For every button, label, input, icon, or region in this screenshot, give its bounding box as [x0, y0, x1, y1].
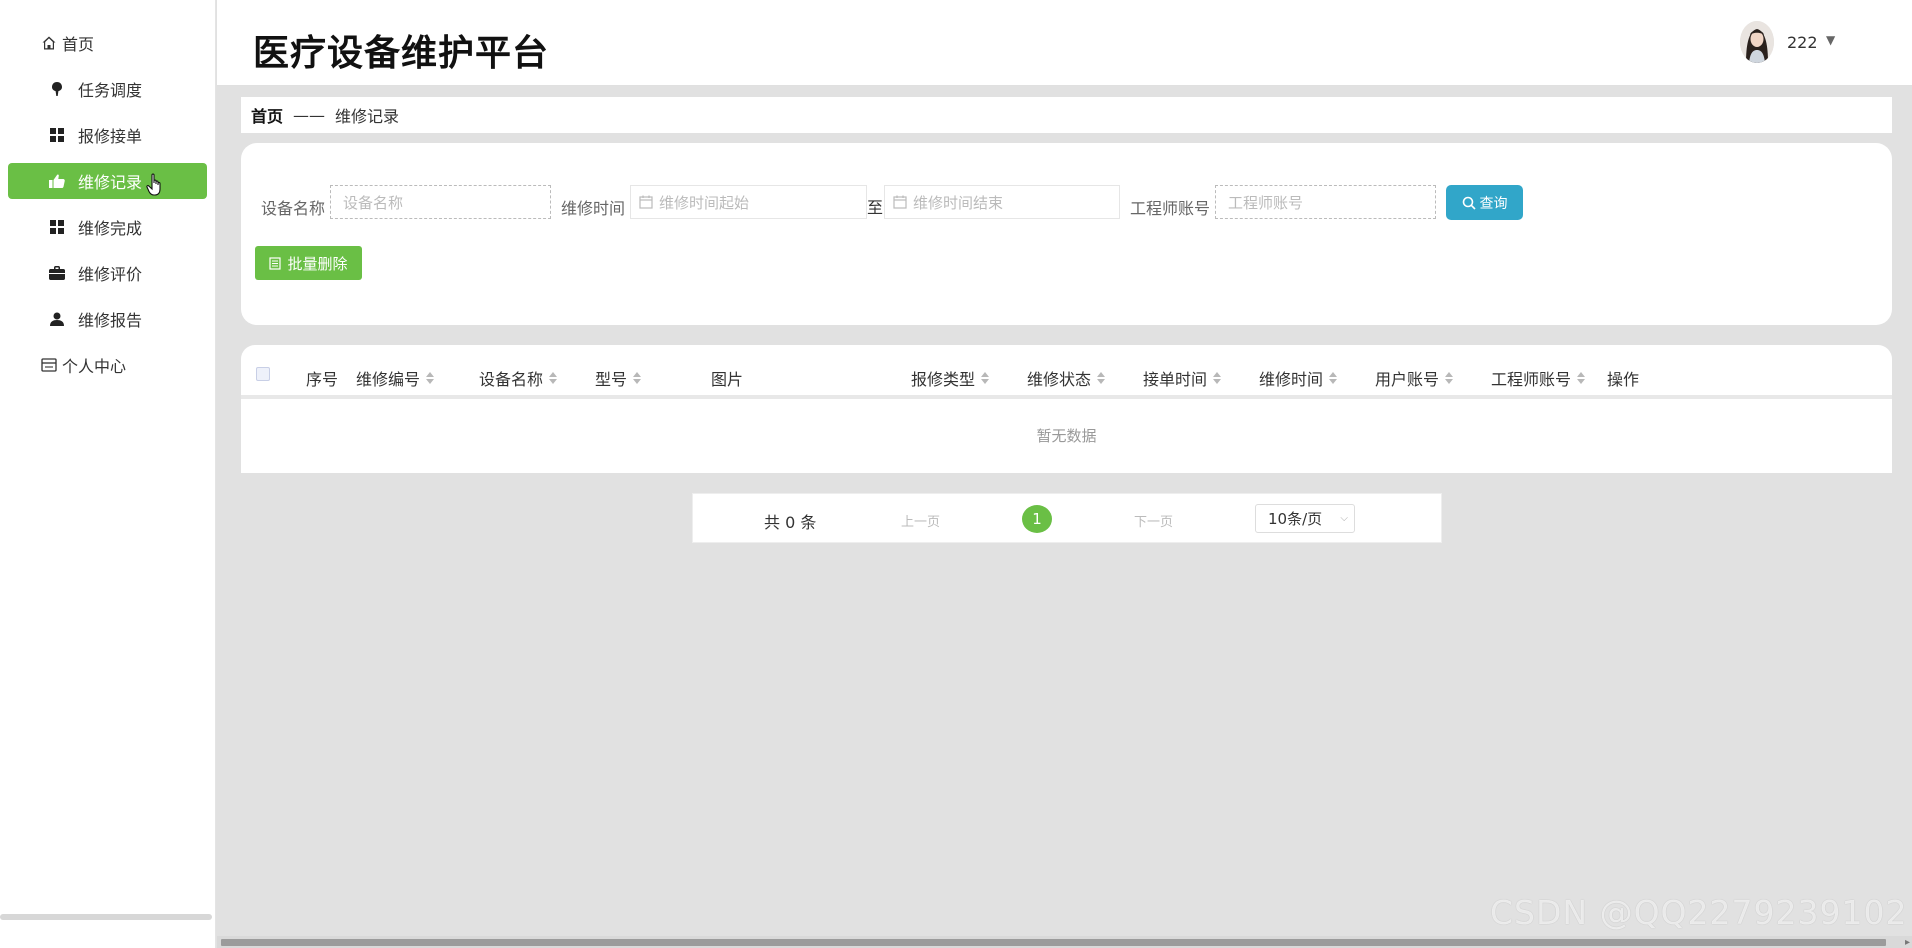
device-name-label: 设备名称	[261, 199, 326, 218]
sidebar-item-repair-records[interactable]: 维修记录	[8, 163, 207, 199]
repair-time-end-placeholder: 维修时间结束	[913, 193, 1004, 212]
column-header-model[interactable]: 型号	[595, 366, 642, 390]
breadcrumb: 首页 —— 维修记录	[241, 97, 1892, 133]
sidebar-item-repair-completed[interactable]: 维修完成	[8, 209, 207, 245]
sidebar: 首页 任务调度 报修接单 维修记录 维修完成 维修评价 维修报告 个人中心	[0, 0, 216, 948]
sidebar-item-repair-report[interactable]: 维修报告	[8, 301, 207, 337]
sort-icon[interactable]	[549, 372, 558, 384]
column-header-accept-time[interactable]: 接单时间	[1143, 366, 1222, 390]
thumb-icon	[48, 172, 66, 190]
watermark: CSDN @QQ2279239102	[1490, 893, 1908, 932]
sidebar-item-home[interactable]: 首页	[8, 25, 207, 61]
breadcrumb-separator: ——	[293, 105, 326, 125]
sidebar-scrollbar[interactable]	[0, 914, 212, 920]
sort-icon[interactable]	[1577, 372, 1586, 384]
column-header-index: 序号	[306, 370, 339, 389]
table-header: 序号 维修编号 设备名称 型号 图片 报修类型 维修状态 接单时间 维修时间 用…	[241, 345, 1892, 399]
select-all-checkbox[interactable]	[256, 367, 270, 381]
engineer-account-placeholder: 工程师账号	[1228, 193, 1304, 212]
pagination-prev-button[interactable]: 上一页	[901, 511, 940, 530]
trash-icon	[269, 256, 282, 270]
scrollbar-thumb[interactable]	[221, 939, 1886, 946]
scroll-right-arrow-icon[interactable]: ▸	[1905, 937, 1910, 948]
calendar-icon	[893, 195, 907, 209]
sort-icon[interactable]	[1213, 372, 1222, 384]
app-title: 医疗设备维护平台	[253, 33, 550, 74]
records-table: 序号 维修编号 设备名称 型号 图片 报修类型 维修状态 接单时间 维修时间 用…	[241, 345, 1892, 473]
avatar[interactable]	[1740, 21, 1774, 63]
sidebar-item-repair-review[interactable]: 维修评价	[8, 255, 207, 291]
pin-icon	[48, 80, 66, 98]
sidebar-item-personal-center[interactable]: 个人中心	[8, 347, 207, 383]
user-icon	[48, 310, 66, 328]
home-icon	[40, 34, 58, 52]
chevron-down-icon: ⌵	[1340, 513, 1348, 524]
column-header-image: 图片	[711, 370, 744, 389]
column-header-device-name[interactable]: 设备名称	[479, 366, 558, 390]
repair-time-label: 维修时间	[561, 199, 626, 218]
range-to-text: 至	[867, 198, 884, 217]
device-name-placeholder: 设备名称	[343, 193, 404, 212]
breadcrumb-home[interactable]: 首页	[251, 103, 283, 127]
sidebar-item-label: 首页	[62, 35, 95, 54]
hand-cursor-icon	[146, 173, 166, 197]
sidebar-item-label: 任务调度	[78, 81, 143, 100]
pagination-page-1[interactable]: 1	[1022, 505, 1052, 533]
repair-time-start-input[interactable]: 维修时间起始	[630, 185, 867, 219]
sidebar-item-label: 维修报告	[78, 311, 143, 330]
user-name[interactable]: 222	[1787, 33, 1818, 52]
calendar-icon	[639, 195, 653, 209]
column-header-repair-status[interactable]: 维修状态	[1027, 366, 1106, 390]
sidebar-item-label: 个人中心	[62, 357, 127, 376]
repair-time-end-input[interactable]: 维修时间结束	[884, 185, 1120, 219]
pagination-next-button[interactable]: 下一页	[1134, 511, 1173, 530]
sort-icon[interactable]	[1445, 372, 1454, 384]
sort-icon[interactable]	[426, 372, 435, 384]
briefcase-icon	[48, 264, 66, 282]
column-header-actions: 操作	[1607, 370, 1640, 389]
column-header-repair-type[interactable]: 报修类型	[911, 366, 990, 390]
breadcrumb-current: 维修记录	[335, 107, 400, 126]
column-header-repair-no[interactable]: 维修编号	[356, 366, 435, 390]
query-button[interactable]: 查询	[1446, 185, 1523, 220]
device-name-input[interactable]: 设备名称	[330, 185, 551, 219]
pagination: 共 0 条 上一页 1 下一页 10条/页 ⌵	[692, 493, 1442, 543]
grid-icon	[48, 126, 66, 144]
sort-icon[interactable]	[1097, 372, 1106, 384]
sort-icon[interactable]	[981, 372, 990, 384]
sidebar-item-task-dispatch[interactable]: 任务调度	[8, 71, 207, 107]
column-header-repair-time[interactable]: 维修时间	[1259, 366, 1338, 390]
grid-icon	[48, 218, 66, 236]
batch-delete-button[interactable]: 批量删除	[255, 246, 362, 280]
search-panel: 设备名称 设备名称 维修时间 维修时间起始 至 维修时间结束 工程师账号 工程师…	[241, 143, 1892, 325]
sidebar-menu: 首页 任务调度 报修接单 维修记录 维修完成 维修评价 维修报告 个人中心	[0, 0, 215, 383]
page-size-value: 10条/页	[1268, 510, 1323, 528]
column-header-engineer-account[interactable]: 工程师账号	[1491, 366, 1586, 390]
engineer-account-input[interactable]: 工程师账号	[1215, 185, 1436, 219]
sort-icon[interactable]	[1329, 372, 1338, 384]
caret-down-icon[interactable]: ▼	[1826, 33, 1835, 47]
horizontal-scrollbar[interactable]: ▸	[217, 936, 1912, 948]
sidebar-item-label: 维修完成	[78, 219, 143, 238]
query-button-label: 查询	[1479, 195, 1508, 212]
page-size-select[interactable]: 10条/页 ⌵	[1255, 504, 1355, 533]
table-empty-text: 暂无数据	[1036, 427, 1097, 445]
column-header-user-account[interactable]: 用户账号	[1375, 366, 1454, 390]
engineer-account-label: 工程师账号	[1130, 199, 1211, 218]
search-icon	[1462, 196, 1476, 210]
sidebar-item-label: 维修评价	[78, 265, 143, 284]
repair-time-start-placeholder: 维修时间起始	[659, 193, 750, 212]
sort-icon[interactable]	[633, 372, 642, 384]
window-icon	[40, 356, 58, 374]
sidebar-item-label: 维修记录	[78, 173, 143, 192]
top-header: 医疗设备维护平台 222 ▼	[217, 0, 1912, 86]
sidebar-item-label: 报修接单	[78, 127, 143, 146]
sidebar-item-repair-orders[interactable]: 报修接单	[8, 117, 207, 153]
pagination-total: 共 0 条	[764, 513, 817, 532]
batch-delete-label: 批量删除	[287, 254, 348, 273]
